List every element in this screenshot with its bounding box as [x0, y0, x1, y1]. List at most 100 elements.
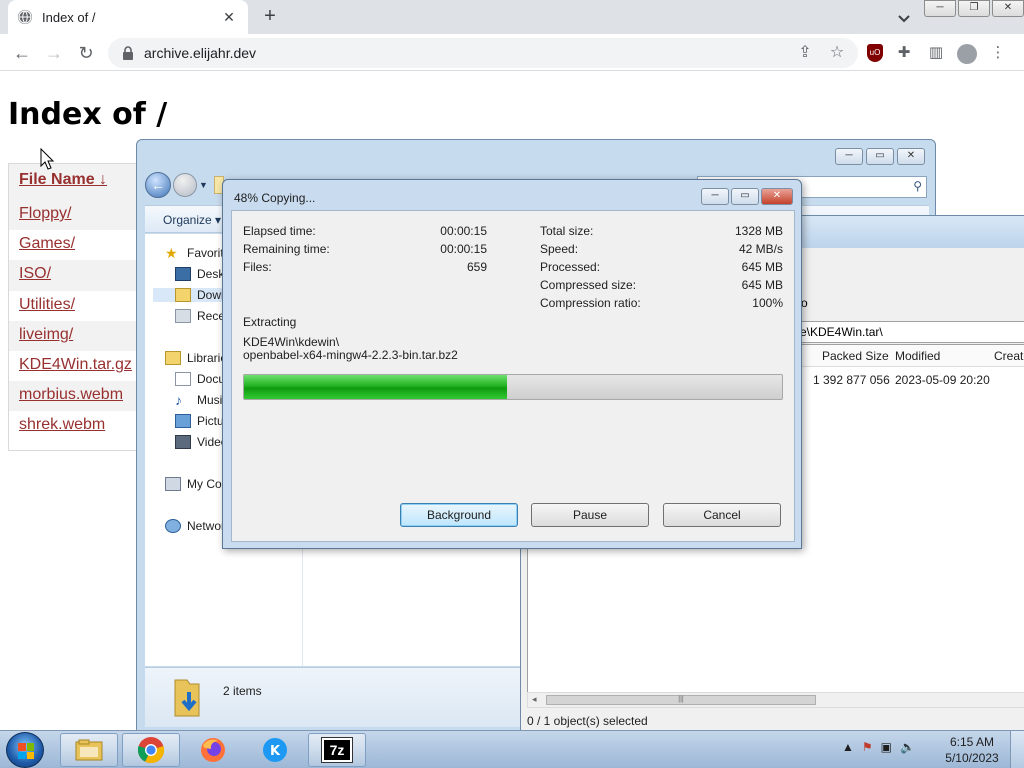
volume-icon[interactable]: 🔈 [900, 740, 915, 754]
column-packed-size[interactable]: Packed Size [822, 349, 889, 363]
address-bar[interactable]: archive.elijahr.dev ⇪ ☆ [108, 38, 858, 68]
processed-label: Processed: [540, 260, 601, 274]
nav-favorites[interactable]: ★ Favorit [165, 246, 224, 260]
scrollbar-thumb[interactable]: ||| [546, 695, 816, 705]
libraries-icon [165, 351, 181, 365]
forward-arrow-icon[interactable] [173, 173, 197, 197]
history-dropdown-icon[interactable]: ▼ [199, 180, 208, 190]
lock-icon [123, 46, 133, 60]
action-center-flag-icon[interactable]: ⚑ [862, 740, 873, 754]
minimize-button[interactable]: ─ [924, 0, 956, 17]
bookmark-star-icon[interactable]: ☆ [826, 42, 848, 64]
copy-progress-dialog: 48% Copying... ─ ▭ ✕ Elapsed time: 00:00… [222, 179, 802, 549]
taskbar-kde[interactable]: K [246, 733, 304, 767]
background-button[interactable]: Background [400, 503, 518, 527]
nav-libraries[interactable]: Librarie [165, 351, 227, 365]
nav-documents[interactable]: Docu [175, 372, 225, 386]
organize-button[interactable]: Organize ▾ [163, 213, 221, 227]
file-link-liveimg[interactable]: liveimg/ [9, 320, 147, 351]
network-tray-icon[interactable]: ▣ [881, 740, 892, 754]
close-button[interactable]: ✕ [761, 188, 793, 205]
nav-label: Favorit [187, 246, 224, 260]
new-tab-button[interactable]: + [258, 6, 282, 28]
elapsed-time-value: 00:00:15 [440, 224, 487, 238]
restore-button[interactable]: ❐ [958, 0, 990, 17]
horizontal-scrollbar[interactable]: ◂ ||| [527, 692, 1024, 708]
close-button[interactable]: ✕ [897, 148, 925, 165]
back-arrow-icon[interactable]: ← [10, 42, 34, 64]
close-button[interactable]: ✕ [992, 0, 1024, 17]
total-size-label: Total size: [540, 224, 594, 238]
downloads-folder-icon [175, 288, 191, 302]
row-modified[interactable]: 2023-05-09 20:20 [895, 373, 990, 387]
compression-ratio-label: Compression ratio: [540, 296, 641, 310]
nav-music[interactable]: ♪ Musi [175, 393, 222, 407]
minimize-button[interactable]: ─ [835, 148, 863, 165]
nav-label: Pictu [197, 414, 224, 428]
forward-arrow-icon[interactable]: → [42, 42, 66, 64]
system-tray: ▲ ⚑ ▣ 🔈 [842, 740, 915, 754]
nav-label: My Co [187, 477, 222, 491]
nav-label: Networ [187, 519, 226, 533]
browser-window-controls: ─ ❐ ✕ [924, 0, 1024, 17]
column-modified[interactable]: Modified [895, 349, 940, 363]
file-listing-table: File Name ↓ Floppy/ Games/ ISO/ Utilitie… [8, 163, 148, 451]
maximize-button[interactable]: ▭ [731, 188, 759, 205]
file-link-utilities[interactable]: Utilities/ [9, 291, 147, 321]
clock[interactable]: 6:15 AM 5/10/2023 [940, 734, 1004, 766]
ublock-origin-icon[interactable]: uO [867, 44, 883, 62]
desktop-icon [175, 267, 191, 281]
nav-videos[interactable]: Video [175, 435, 227, 449]
taskbar-firefox[interactable] [184, 733, 242, 767]
share-icon[interactable]: ⇪ [794, 42, 816, 64]
compressed-size-label: Compressed size: [540, 278, 637, 292]
remaining-time-value: 00:00:15 [440, 242, 487, 256]
cancel-button[interactable]: Cancel [663, 503, 781, 527]
star-icon: ★ [165, 245, 178, 261]
nav-computer[interactable]: My Co [165, 477, 222, 491]
profile-avatar[interactable] [957, 43, 977, 64]
back-arrow-icon[interactable]: ← [145, 172, 171, 198]
browser-tab[interactable]: Index of / ✕ [8, 0, 248, 34]
reload-icon[interactable]: ↻ [74, 42, 98, 64]
taskbar-explorer[interactable] [60, 733, 118, 767]
kde-icon: K [263, 738, 287, 762]
menu-kebab-icon[interactable]: ⋮ [987, 42, 1009, 64]
file-link-morbius[interactable]: morbius.webm [9, 381, 147, 412]
pause-button[interactable]: Pause [531, 503, 649, 527]
svg-text:K: K [270, 744, 281, 759]
column-created[interactable]: Create [994, 349, 1024, 363]
progress-bar-fill [244, 375, 507, 399]
tab-close-icon[interactable]: ✕ [220, 9, 238, 26]
explorer-window-controls: ─ ▭ ✕ [835, 148, 925, 165]
nav-pictures[interactable]: Pictu [175, 414, 224, 428]
file-link-kde4win[interactable]: KDE4Win.tar.gz [9, 351, 147, 381]
row-packed-size[interactable]: 1 392 877 056 [813, 373, 890, 387]
file-link-games[interactable]: Games/ [9, 230, 147, 260]
nav-desktop[interactable]: Deskt [175, 267, 228, 281]
show-desktop-button[interactable] [1010, 731, 1024, 768]
show-hidden-icons-icon[interactable]: ▲ [842, 740, 854, 754]
mouse-cursor-icon [40, 148, 54, 170]
tab-search-chevron-icon[interactable] [894, 8, 914, 28]
clock-date: 5/10/2023 [945, 751, 999, 765]
start-button[interactable] [6, 732, 44, 768]
minimize-button[interactable]: ─ [701, 188, 729, 205]
file-name-column-header[interactable]: File Name ↓ [9, 164, 147, 200]
extensions-puzzle-icon[interactable]: ✚ [893, 42, 915, 64]
taskbar-7zip[interactable]: 7z [308, 733, 366, 767]
file-link-iso[interactable]: ISO/ [9, 260, 147, 291]
documents-icon [175, 372, 191, 386]
url-text[interactable]: archive.elijahr.dev [144, 45, 794, 61]
globe-icon [18, 10, 32, 24]
nav-network[interactable]: Networ [165, 519, 225, 533]
file-link-shrek[interactable]: shrek.webm [9, 411, 147, 441]
taskbar-chrome[interactable] [122, 733, 180, 767]
seven-zip-icon: 7z [321, 737, 353, 763]
maximize-button[interactable]: ▭ [866, 148, 894, 165]
clock-time: 6:15 AM [949, 735, 995, 749]
scroll-left-arrow-icon[interactable]: ◂ [532, 694, 537, 705]
dialog-body: Elapsed time: 00:00:15 Remaining time: 0… [231, 210, 795, 542]
side-panel-icon[interactable]: ▥ [925, 42, 947, 64]
file-link-floppy[interactable]: Floppy/ [9, 200, 147, 231]
